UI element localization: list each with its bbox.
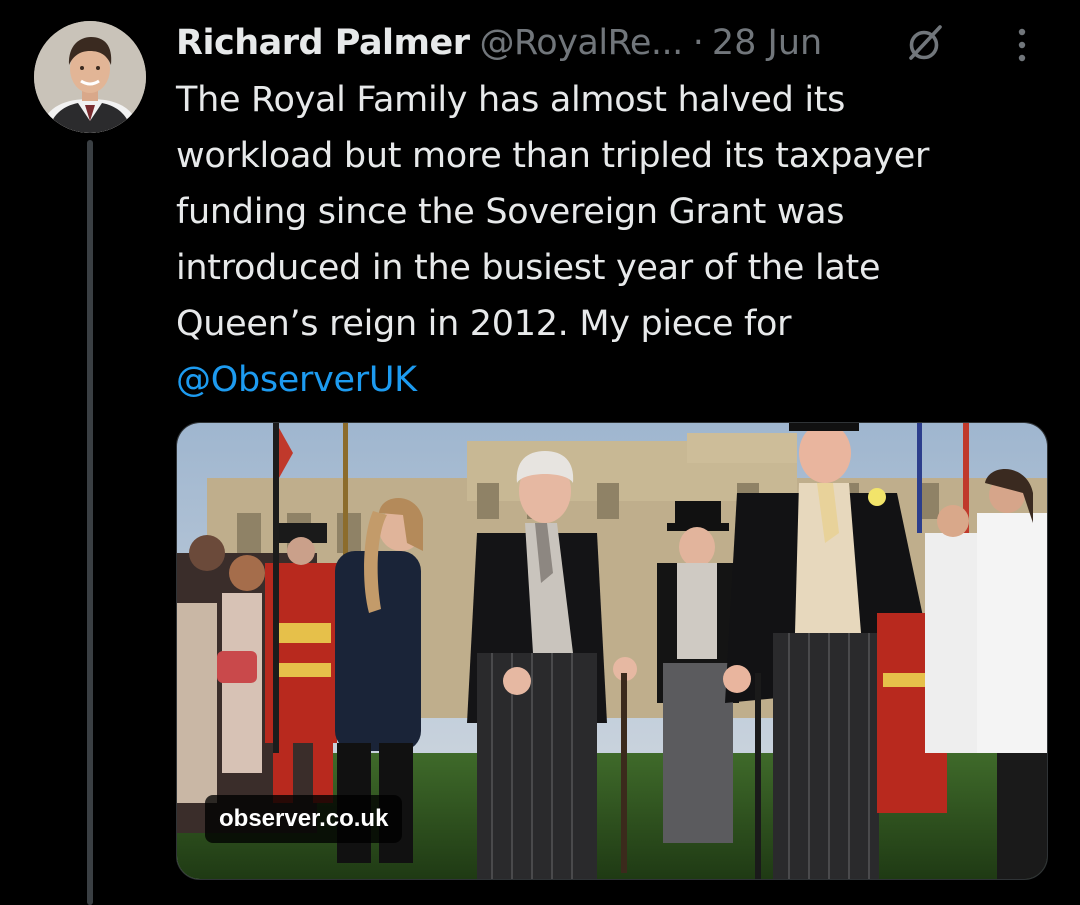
mention-link[interactable]: @ObserverUK: [176, 352, 1046, 408]
more-vertical-icon[interactable]: [1010, 26, 1034, 64]
card-domain-label: observer.co.uk: [205, 795, 403, 843]
author-handle[interactable]: @RoyalRe...: [480, 21, 684, 65]
author-avatar[interactable]: [34, 21, 146, 133]
tweet-text-line: funding since the Sovereign Grant was: [176, 192, 845, 232]
tweet-text-line: The Royal Family has almost halved its: [176, 80, 846, 120]
tweet-header: Richard Palmer @RoyalRe... · 28 Jun: [176, 18, 1050, 68]
tweet-date[interactable]: 28 Jun: [712, 21, 822, 65]
tweet-text-line: introduced in the busiest year of the la…: [176, 248, 881, 288]
tweet-text-line: Queen’s reign in 2012. My piece for: [176, 304, 792, 344]
thread-connector-line: [87, 140, 93, 905]
tweet-body: The Royal Family has almost halved its w…: [176, 72, 1046, 408]
link-preview-card[interactable]: observer.co.uk: [176, 422, 1048, 880]
author-name[interactable]: Richard Palmer: [176, 21, 470, 65]
profile-photo: [34, 21, 146, 133]
tweet-text-line: workload but more than tripled its taxpa…: [176, 136, 930, 176]
grok-icon[interactable]: [904, 22, 946, 64]
header-separator: ·: [692, 23, 704, 63]
